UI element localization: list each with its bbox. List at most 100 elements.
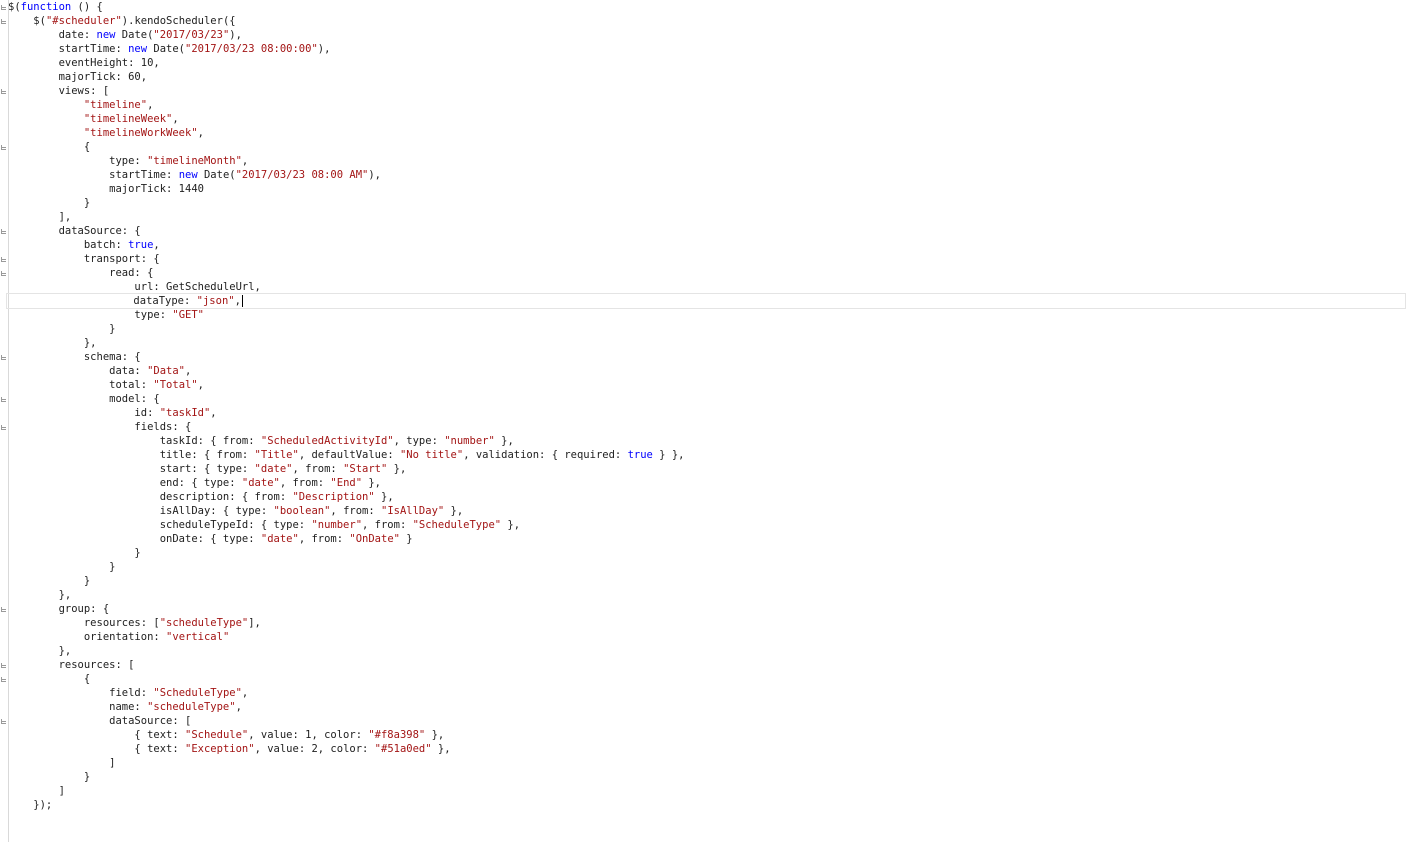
code-line[interactable]: }); <box>8 798 1403 812</box>
string-token: "#scheduler" <box>45 15 122 27</box>
code-line[interactable]: scheduleTypeId: { type: "number", from: … <box>8 518 1403 532</box>
code-token: read: { <box>8 267 154 279</box>
code-line[interactable]: } <box>8 546 1403 560</box>
code-line[interactable]: $("#scheduler").kendoScheduler({ <box>8 14 1403 28</box>
code-token: views: [ <box>8 85 110 97</box>
code-line[interactable]: "timelineWeek", <box>8 112 1403 126</box>
code-line[interactable]: "timeline", <box>8 98 1403 112</box>
code-line[interactable]: } <box>8 770 1403 784</box>
code-line[interactable]: isAllDay: { type: "boolean", from: "IsAl… <box>8 504 1403 518</box>
code-line[interactable]: date: new Date("2017/03/23"), <box>8 28 1403 42</box>
string-token: "date" <box>241 477 280 489</box>
code-line[interactable]: url: GetScheduleUrl, <box>8 280 1403 294</box>
code-line[interactable]: ] <box>8 784 1403 798</box>
code-line[interactable]: startTime: new Date("2017/03/23 08:00 AM… <box>8 168 1403 182</box>
code-line[interactable]: group: { <box>8 602 1403 616</box>
code-token: }, <box>8 645 72 657</box>
code-editor[interactable]: $(function () { $("#scheduler").kendoSch… <box>0 0 1407 842</box>
code-line[interactable]: { <box>8 672 1403 686</box>
code-line[interactable]: batch: true, <box>8 238 1403 252</box>
code-line[interactable]: transport: { <box>8 252 1403 266</box>
keyword-token: function <box>20 1 72 13</box>
code-token: }); <box>8 799 53 811</box>
code-line[interactable]: type: "GET" <box>8 308 1403 322</box>
code-line[interactable]: { text: "Exception", value: 2, color: "#… <box>8 742 1403 756</box>
string-token: "taskId" <box>159 407 211 419</box>
code-line[interactable]: eventHeight: 10, <box>8 56 1403 70</box>
string-token: "2017/03/23 08:00:00" <box>185 43 318 55</box>
code-token: name: <box>8 701 148 713</box>
string-token: "#f8a398" <box>368 729 426 741</box>
string-token: "Title" <box>254 449 299 461</box>
code-line[interactable]: dataSource: [ <box>8 714 1403 728</box>
code-token: dataType: <box>7 295 197 307</box>
code-token: $( <box>8 15 46 27</box>
code-line[interactable]: resources: [ <box>8 658 1403 672</box>
code-line[interactable]: ] <box>8 756 1403 770</box>
code-line[interactable]: onDate: { type: "date", from: "OnDate" } <box>8 532 1403 546</box>
code-token: orientation: <box>8 631 167 643</box>
code-token: } }, <box>652 449 685 461</box>
code-line[interactable]: schema: { <box>8 350 1403 364</box>
code-token: , <box>153 239 160 251</box>
code-line[interactable]: model: { <box>8 392 1403 406</box>
code-token: total: <box>8 379 154 391</box>
code-line[interactable]: } <box>8 196 1403 210</box>
code-line[interactable]: "timelineWorkWeek", <box>8 126 1403 140</box>
code-line-current[interactable]: dataType: "json", <box>6 293 1406 309</box>
code-token: schema: { <box>8 351 141 363</box>
code-token: type: <box>8 309 173 321</box>
code-line[interactable]: title: { from: "Title", defaultValue: "N… <box>8 448 1403 462</box>
code-line[interactable]: total: "Total", <box>8 378 1403 392</box>
code-token: , from: <box>279 477 331 489</box>
string-token: "scheduleType" <box>147 701 236 713</box>
string-token: "No title" <box>399 449 464 461</box>
code-token: () { <box>71 1 103 13</box>
code-line[interactable]: resources: ["scheduleType"], <box>8 616 1403 630</box>
code-line[interactable]: views: [ <box>8 84 1403 98</box>
code-line[interactable]: }, <box>8 336 1403 350</box>
string-token: "End" <box>330 477 363 489</box>
code-line[interactable]: majorTick: 1440 <box>8 182 1403 196</box>
code-line[interactable]: read: { <box>8 266 1403 280</box>
code-line[interactable]: end: { type: "date", from: "End" }, <box>8 476 1403 490</box>
code-line[interactable]: orientation: "vertical" <box>8 630 1403 644</box>
code-line[interactable]: description: { from: "Description" }, <box>8 490 1403 504</box>
code-line[interactable]: taskId: { from: "ScheduledActivityId", t… <box>8 434 1403 448</box>
code-token: field: <box>8 687 154 699</box>
code-token: , <box>210 407 217 419</box>
code-line[interactable]: } <box>8 560 1403 574</box>
code-token: }, <box>362 477 381 489</box>
code-token: } <box>8 771 91 783</box>
code-line[interactable]: type: "timelineMonth", <box>8 154 1403 168</box>
string-token: "Start" <box>343 463 388 475</box>
code-line[interactable]: data: "Data", <box>8 364 1403 378</box>
code-line[interactable]: name: "scheduleType", <box>8 700 1403 714</box>
code-token: end: { type: <box>8 477 242 489</box>
code-token: Date( <box>147 43 186 55</box>
code-line[interactable]: } <box>8 574 1403 588</box>
code-line[interactable]: startTime: new Date("2017/03/23 08:00:00… <box>8 42 1403 56</box>
code-line[interactable]: ], <box>8 210 1403 224</box>
code-line[interactable]: } <box>8 322 1403 336</box>
code-area[interactable]: $(function () { $("#scheduler").kendoSch… <box>0 0 1407 842</box>
code-line[interactable]: $(function () { <box>8 0 1403 14</box>
code-line[interactable]: majorTick: 60, <box>8 70 1403 84</box>
code-line[interactable]: }, <box>8 588 1403 602</box>
code-line[interactable]: { text: "Schedule", value: 1, color: "#f… <box>8 728 1403 742</box>
code-line[interactable]: id: "taskId", <box>8 406 1403 420</box>
code-line[interactable]: fields: { <box>8 420 1403 434</box>
code-token: fields: { <box>8 421 192 433</box>
code-line[interactable]: }, <box>8 644 1403 658</box>
code-line[interactable]: { <box>8 140 1403 154</box>
code-token: description: { from: <box>8 491 293 503</box>
code-token: ], <box>8 211 72 223</box>
keyword-token: true <box>627 449 653 461</box>
code-line[interactable]: field: "ScheduleType", <box>8 686 1403 700</box>
code-token: transport: { <box>8 253 160 265</box>
code-line[interactable]: start: { type: "date", from: "Start" }, <box>8 462 1403 476</box>
code-token: } <box>8 547 141 559</box>
code-token: , <box>147 99 154 111</box>
code-line[interactable]: dataSource: { <box>8 224 1403 238</box>
